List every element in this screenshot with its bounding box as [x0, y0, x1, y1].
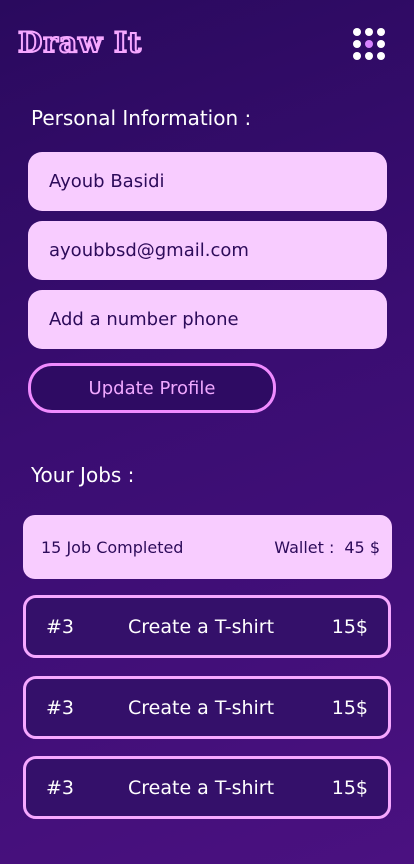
job-title: Create a T-shirt — [128, 615, 275, 638]
job-title: Create a T-shirt — [128, 696, 275, 719]
job-item[interactable]: #3 Create a T-shirt 15$ — [23, 756, 391, 819]
app-logo: Draw It — [17, 25, 143, 60]
wallet-label: Wallet : — [274, 537, 335, 557]
job-id: #3 — [46, 615, 75, 638]
wallet-value: 45 $ — [344, 537, 380, 557]
name-field[interactable]: Ayoub Basidi — [28, 152, 387, 211]
menu-dot — [353, 40, 361, 48]
job-id: #3 — [46, 696, 75, 719]
grid-menu-icon[interactable] — [353, 28, 387, 62]
personal-info-title: Personal Information : — [31, 106, 252, 130]
menu-dot — [377, 28, 385, 36]
job-id: #3 — [46, 776, 75, 799]
your-jobs-title: Your Jobs : — [31, 463, 135, 487]
menu-dot — [365, 40, 373, 48]
menu-dot — [365, 52, 373, 60]
menu-dot — [365, 28, 373, 36]
job-price: 15$ — [331, 776, 368, 799]
menu-dot — [377, 52, 385, 60]
job-item[interactable]: #3 Create a T-shirt 15$ — [23, 676, 391, 739]
menu-dot — [353, 28, 361, 36]
phone-field[interactable]: Add a number phone — [28, 290, 387, 349]
menu-dot — [377, 40, 385, 48]
job-price: 15$ — [331, 696, 368, 719]
menu-dot — [353, 52, 361, 60]
job-item[interactable]: #3 Create a T-shirt 15$ — [23, 595, 391, 658]
jobs-summary-card: 15 Job Completed Wallet : 45 $ — [23, 515, 392, 579]
email-field[interactable]: ayoubbsd@gmail.com — [28, 221, 387, 280]
update-profile-button[interactable]: Update Profile — [28, 363, 276, 413]
jobs-completed-count: 15 Job Completed — [41, 537, 184, 557]
job-price: 15$ — [331, 615, 368, 638]
job-title: Create a T-shirt — [128, 776, 275, 799]
